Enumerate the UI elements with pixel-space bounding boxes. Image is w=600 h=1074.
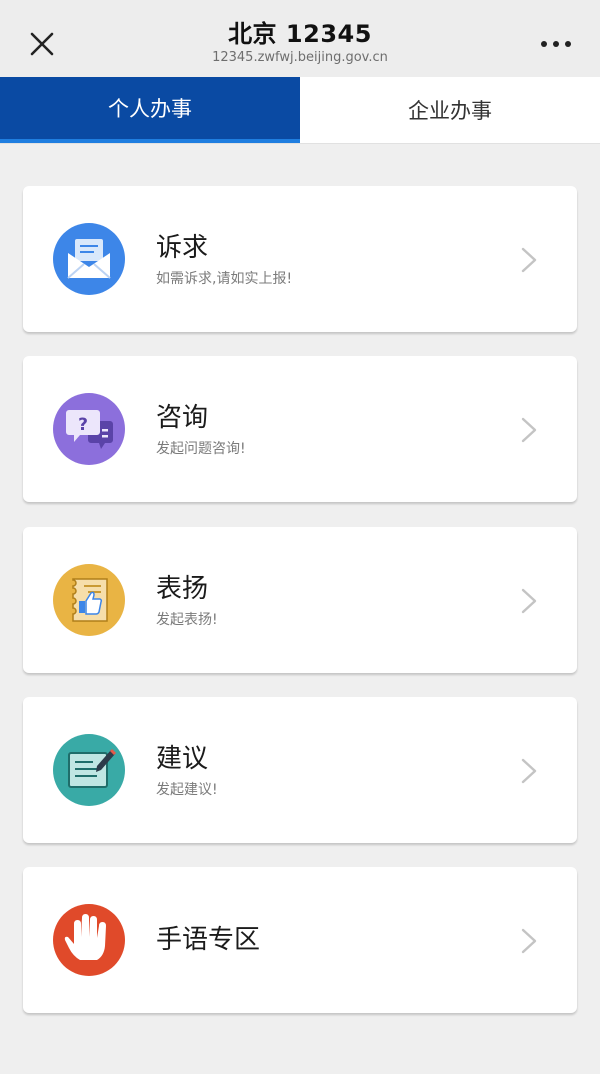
tab-bar: 个人办事 企业办事 <box>0 77 600 144</box>
thumbs-up-icon <box>53 564 125 636</box>
service-name: 咨询 <box>156 403 209 433</box>
service-card-praise[interactable]: 表扬 发起表扬! <box>23 527 577 673</box>
title-block: 北京 12345 12345.zwfwj.beijing.gov.cn <box>0 18 600 66</box>
top-bar: 北京 12345 12345.zwfwj.beijing.gov.cn <box>0 0 600 77</box>
chevron-right-icon <box>521 417 537 443</box>
service-card-suggestion[interactable]: 建议 发起建议! <box>23 697 577 843</box>
service-desc: 如需诉求,请如实上报! <box>156 271 293 287</box>
chevron-right-icon <box>521 588 537 614</box>
service-name: 表扬 <box>156 574 209 604</box>
chevron-right-icon <box>521 928 537 954</box>
page-url: 12345.zwfwj.beijing.gov.cn <box>212 50 388 65</box>
hand-icon <box>53 904 125 976</box>
service-card-sign-language[interactable]: 手语专区 <box>23 867 577 1013</box>
service-card-appeal[interactable]: 诉求 如需诉求,请如实上报! <box>23 186 577 332</box>
svg-text:?: ? <box>78 415 88 435</box>
service-name: 诉求 <box>156 233 209 263</box>
service-name: 建议 <box>156 744 209 774</box>
service-desc: 发起建议! <box>156 782 218 798</box>
chat-question-icon: ? <box>53 393 125 465</box>
tab-personal[interactable]: 个人办事 <box>0 77 300 143</box>
page-title: 北京 12345 <box>228 20 372 48</box>
tab-enterprise[interactable]: 企业办事 <box>300 77 600 143</box>
service-desc: 发起表扬! <box>156 612 218 628</box>
more-dots-icon <box>541 41 571 47</box>
more-button[interactable] <box>538 30 574 58</box>
service-card-inquiry[interactable]: ? 咨询 发起问题咨询! <box>23 356 577 502</box>
chevron-right-icon <box>521 758 537 784</box>
service-name: 手语专区 <box>156 925 261 955</box>
edit-note-icon <box>53 734 125 806</box>
service-desc: 发起问题咨询! <box>156 441 246 457</box>
envelope-icon <box>53 223 125 295</box>
chevron-right-icon <box>521 247 537 273</box>
